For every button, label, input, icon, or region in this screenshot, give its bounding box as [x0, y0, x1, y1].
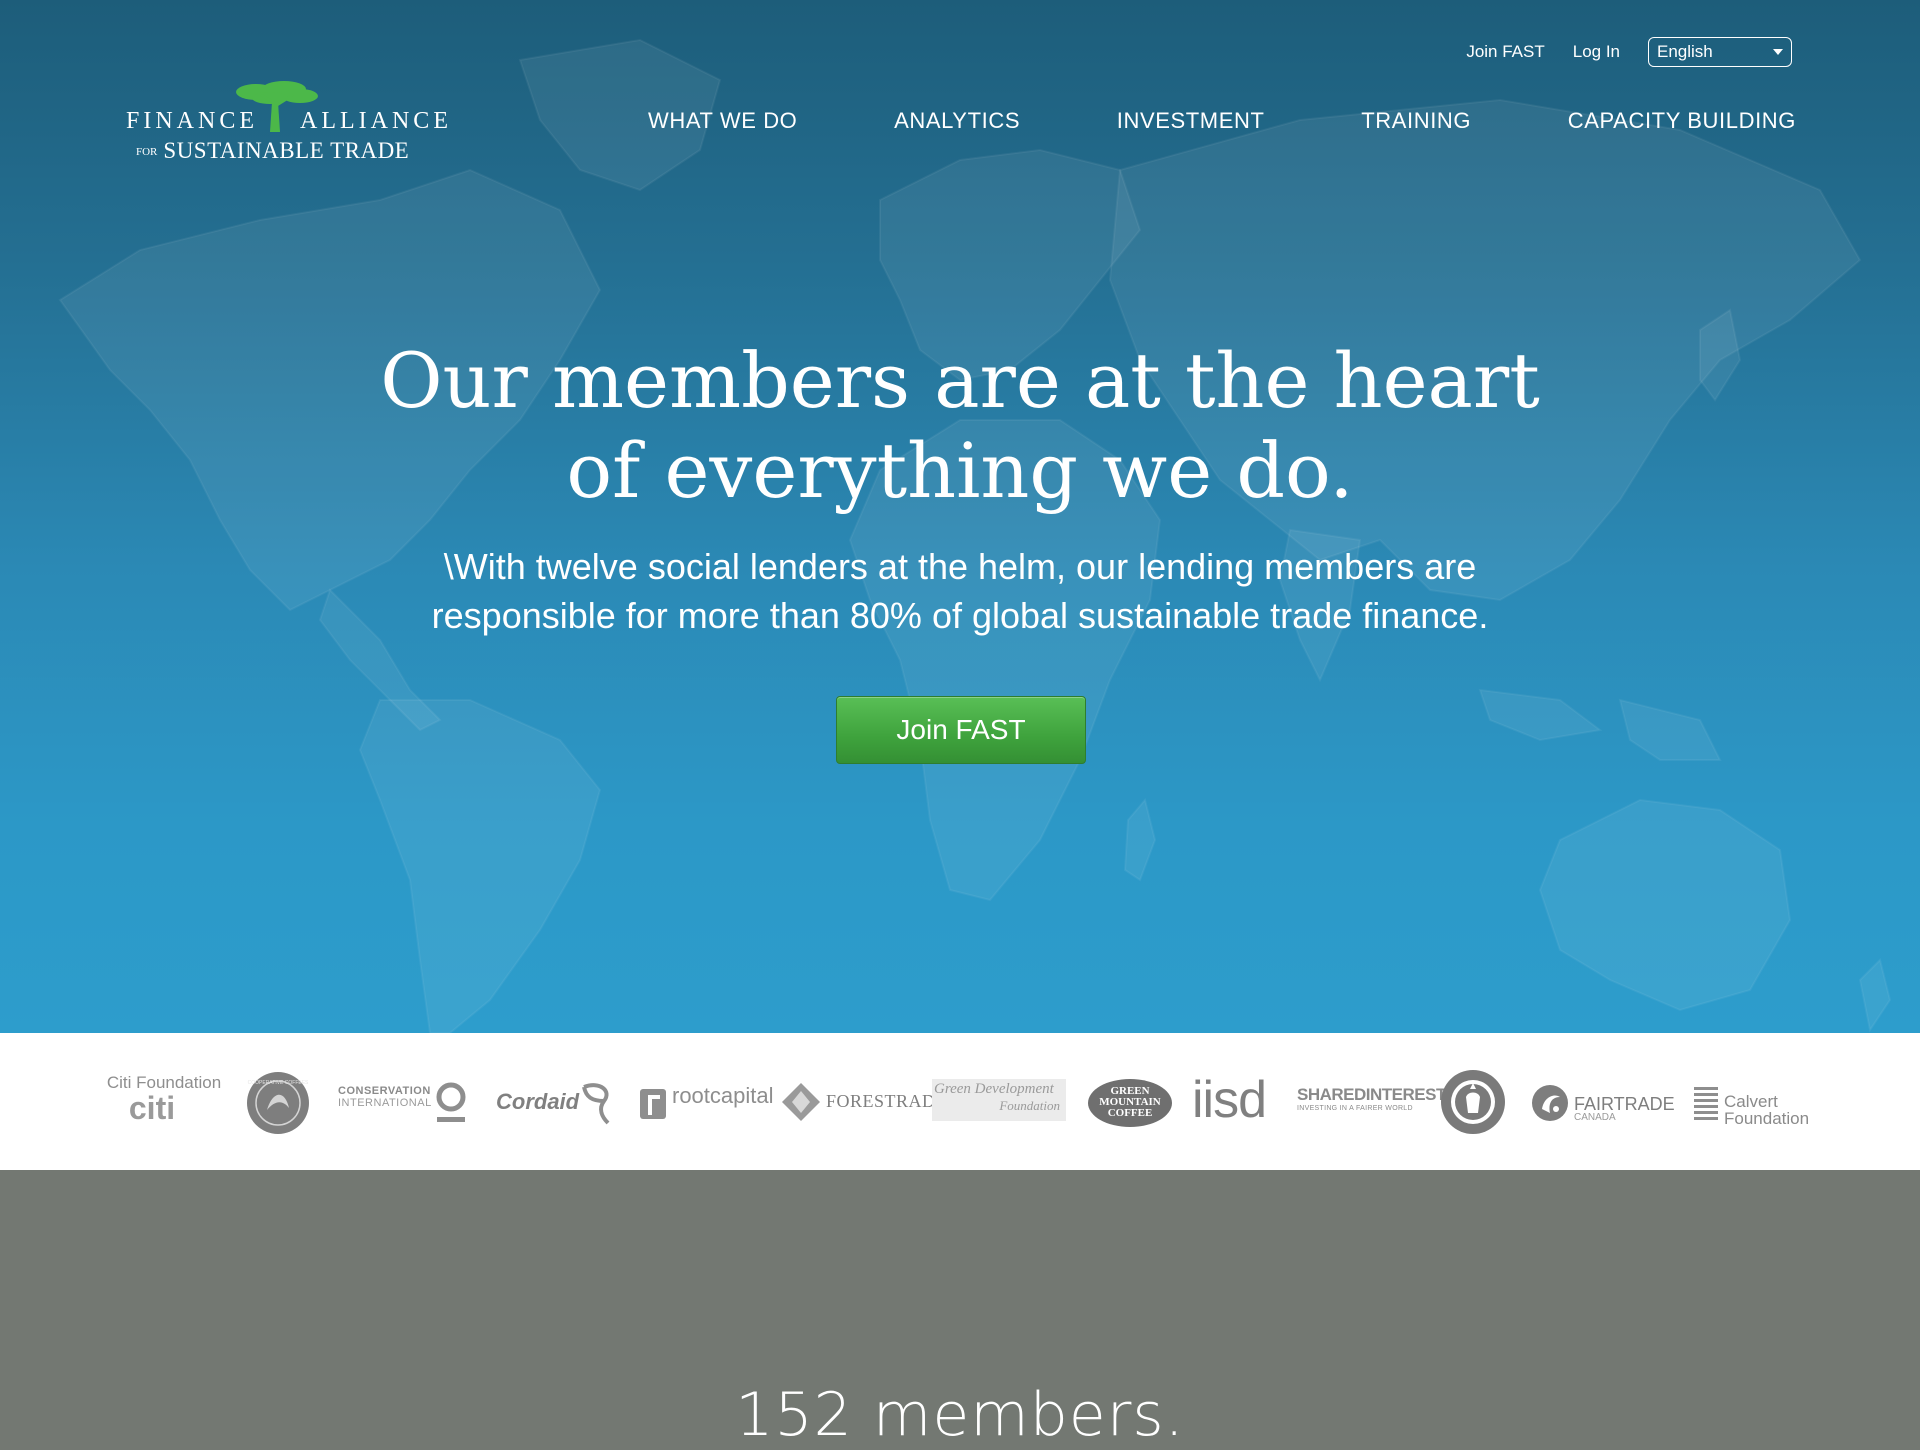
- cordaid-logo[interactable]: Cordaid: [496, 1089, 579, 1115]
- forestrade-logo[interactable]: FORESTRADE: [826, 1091, 947, 1112]
- forestrade-diamond-icon: [782, 1083, 820, 1121]
- logo-word-alliance: ALLIANCE: [300, 108, 452, 134]
- nav-item-investment[interactable]: INVESTMENT: [1117, 108, 1265, 134]
- green-development-foundation-logo[interactable]: Green Development Foundation: [932, 1079, 1066, 1121]
- logo-word-for: FOR: [136, 146, 158, 158]
- gmc-line3: COFFEE: [1107, 1107, 1153, 1119]
- conservation-international-logo[interactable]: CONSERVATION INTERNATIONAL: [338, 1085, 432, 1109]
- hero-headline-line2: of everything we do.: [566, 426, 1354, 515]
- hero-headline: Our members are at the heart of everythi…: [0, 336, 1920, 516]
- shared-interest-line2: INVESTING IN A FAIRER WORLD: [1297, 1105, 1413, 1112]
- logo-wordmark-top: FINANCE ALLIANCE: [126, 108, 448, 135]
- language-select[interactable]: English: [1648, 37, 1792, 67]
- iisd-logo[interactable]: iisd: [1192, 1071, 1267, 1129]
- root-capital-icon: [640, 1089, 666, 1119]
- join-fast-link[interactable]: Join FAST: [1466, 42, 1544, 62]
- citi-foundation-logo[interactable]: Citi Foundation citi: [104, 1073, 224, 1124]
- hero-headline-line1: Our members are at the heart: [380, 336, 1540, 425]
- shared-interest-logo[interactable]: SHAREDINTEREST INVESTING IN A FAIRER WOR…: [1297, 1085, 1446, 1112]
- site-logo[interactable]: FINANCE ALLIANCE FOR SUSTAINABLE TRADE: [126, 80, 448, 170]
- utility-bar: Join FAST Log In English: [1466, 36, 1792, 68]
- fairtrade-canada-logo[interactable]: FAIRTRADE CANADA: [1574, 1095, 1675, 1123]
- chevron-down-icon: [1773, 49, 1783, 55]
- logo-word-finance: FINANCE: [126, 108, 259, 134]
- calvert-line2: Foundation: [1724, 1109, 1810, 1128]
- fairtrade-line2: CANADA: [1574, 1112, 1616, 1123]
- green-dev-line1: Green Development: [934, 1081, 1054, 1097]
- fairtrade-line1: FAIRTRADE: [1574, 1094, 1675, 1114]
- starbucks-siren-icon[interactable]: [1440, 1069, 1506, 1135]
- calvert-stripes-icon: [1694, 1087, 1718, 1120]
- coop-coffees-seal-text: COOPERATIVE COFFEES: [248, 1080, 309, 1086]
- cooperative-coffees-logo[interactable]: COOPERATIVE COFFEES: [245, 1070, 311, 1136]
- conservation-circle-icon: [436, 1082, 466, 1122]
- nav-item-training[interactable]: TRAINING: [1361, 108, 1471, 134]
- log-in-link[interactable]: Log In: [1573, 42, 1620, 62]
- hero-subheadline-line1: \With twelve social lenders at the helm,…: [443, 546, 1477, 587]
- hero-subheadline-line2: responsible for more than 80% of global …: [431, 595, 1489, 636]
- fairtrade-mark-icon: [1532, 1085, 1568, 1121]
- hero-section: Join FAST Log In English FINANCE ALLIANC…: [0, 0, 1920, 1033]
- calvert-line1: Calvert: [1724, 1092, 1778, 1111]
- language-select-value: English: [1657, 42, 1713, 61]
- conservation-line2: INTERNATIONAL: [338, 1097, 432, 1109]
- logo-wordmark-bottom: FOR SUSTAINABLE TRADE: [136, 138, 409, 164]
- root-capital-logo[interactable]: rootcapital: [672, 1083, 774, 1109]
- hero-subheadline: \With twelve social lenders at the helm,…: [0, 542, 1920, 640]
- cordaid-swirl-icon: [582, 1083, 610, 1125]
- nav-item-analytics[interactable]: ANALYTICS: [894, 108, 1020, 134]
- main-nav: WHAT WE DO ANALYTICS INVESTMENT TRAINING…: [648, 108, 1796, 134]
- conservation-line1: CONSERVATION: [338, 1085, 431, 1097]
- logo-word-sustainable-trade: SUSTAINABLE TRADE: [163, 138, 410, 163]
- partner-logos-strip: Citi Foundation citi COOPERATIVE COFFEES…: [0, 1033, 1920, 1170]
- nav-item-what-we-do[interactable]: WHAT WE DO: [648, 108, 797, 134]
- cooperative-coffees-seal-icon: COOPERATIVE COFFEES: [247, 1072, 309, 1134]
- join-fast-button[interactable]: Join FAST: [836, 696, 1086, 764]
- shared-interest-line1: SHAREDINTEREST: [1297, 1085, 1446, 1104]
- nav-item-capacity-building[interactable]: CAPACITY BUILDING: [1568, 108, 1796, 134]
- green-dev-line2: Foundation: [999, 1098, 1060, 1113]
- calvert-foundation-logo[interactable]: Calvert Foundation: [1724, 1093, 1809, 1127]
- citi-wordmark: citi: [128, 1090, 176, 1126]
- green-mountain-coffee-logo[interactable]: GREEN MOUNTAIN COFFEE: [1088, 1079, 1172, 1127]
